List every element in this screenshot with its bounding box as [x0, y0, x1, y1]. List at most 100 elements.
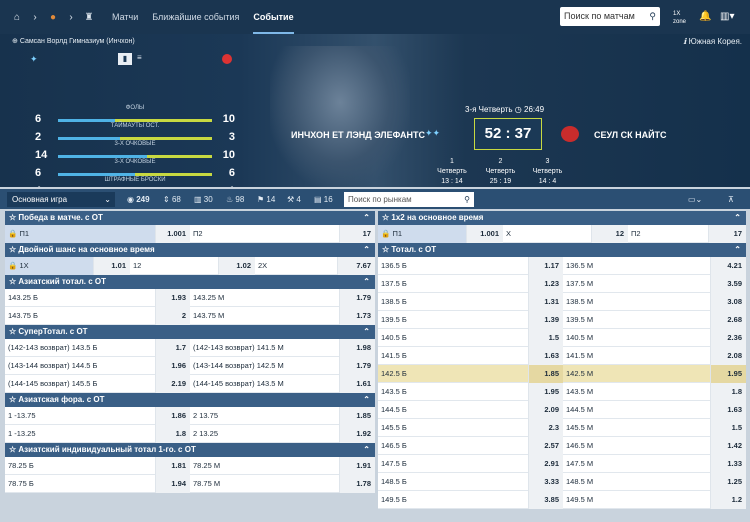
outcome-label[interactable]: 140.5 Б	[378, 329, 528, 347]
odds-button[interactable]: 1.92	[339, 425, 375, 443]
odds-button[interactable]: 1.95	[710, 365, 746, 383]
outcome-label[interactable]: 78.25 Б	[5, 457, 155, 475]
odds-button[interactable]: 1.63	[710, 401, 746, 419]
odds-button[interactable]: 1.39	[528, 311, 563, 329]
outcome-label[interactable]: 78.75 Б	[5, 475, 155, 493]
outcome-label[interactable]: (144-145 возврат) 145.5 Б	[5, 375, 155, 393]
odds-button[interactable]: 1.17	[528, 257, 563, 275]
filter-5[interactable]: ⚒ 4	[287, 195, 301, 204]
odds-button[interactable]: 1.96	[155, 357, 190, 375]
star-icon[interactable]: ☆	[382, 245, 389, 254]
layout-icon[interactable]: ▭⌄	[688, 195, 702, 204]
collapse-icon[interactable]: ⌃	[363, 393, 370, 407]
odds-button[interactable]: 2.08	[710, 347, 746, 365]
basketball-icon[interactable]: ●	[44, 12, 62, 23]
odds-button[interactable]: 1.91	[339, 457, 375, 475]
odds-button[interactable]: 1.78	[339, 475, 375, 493]
odds-button[interactable]: 1.02	[218, 257, 255, 275]
outcome-label[interactable]: 137.5 М	[563, 275, 710, 293]
odds-button[interactable]: 3.08	[710, 293, 746, 311]
star-icon[interactable]: ☆	[9, 277, 16, 286]
trophy-icon[interactable]: ♜	[80, 12, 98, 23]
outcome-label[interactable]: 136.5 М	[563, 257, 710, 275]
market-header[interactable]: ☆ СуперТотал. с ОТ ⌃	[5, 325, 375, 339]
odds-button[interactable]: 1.98	[339, 339, 375, 357]
outcome-label[interactable]: 149.5 М	[563, 491, 710, 509]
outcome-label[interactable]: 1 -13.75	[5, 407, 155, 425]
collapse-icon[interactable]: ⌃	[363, 325, 370, 339]
field-tab-icon[interactable]: ≡	[137, 53, 142, 62]
filter-4[interactable]: ⚑ 14	[257, 195, 275, 204]
market-search-input[interactable]: Поиск по рынкам ⚲	[344, 192, 474, 207]
odds-button[interactable]: 1.95	[528, 383, 563, 401]
odds-button[interactable]: 1.61	[339, 375, 375, 393]
outcome-label[interactable]: 🔒 1X	[5, 257, 93, 275]
outcome-label[interactable]: 143.75 М	[190, 307, 339, 325]
odds-button[interactable]: 1.33	[710, 455, 746, 473]
market-header[interactable]: ☆ Азиатская фора. с ОТ ⌃	[5, 393, 375, 407]
outcome-label[interactable]: 145.5 М	[563, 419, 710, 437]
outcome-label[interactable]: 144.5 Б	[378, 401, 528, 419]
nav-event[interactable]: Событие	[253, 0, 294, 34]
outcome-label[interactable]: 2 13.25	[190, 425, 339, 443]
star-icon[interactable]: ☆	[9, 445, 16, 454]
odds-button[interactable]: 1.85	[528, 365, 563, 383]
odds-button[interactable]: 1.79	[339, 357, 375, 375]
market-header[interactable]: ☆ Победа в матче. с ОТ ⌃	[5, 211, 375, 225]
outcome-label[interactable]: (142-143 возврат) 141.5 М	[190, 339, 339, 357]
outcome-label[interactable]: 142.5 Б	[378, 365, 528, 383]
outcome-label[interactable]: 1 -13.25	[5, 425, 155, 443]
star-icon[interactable]: ☆	[9, 327, 16, 336]
outcome-label[interactable]: 140.5 М	[563, 329, 710, 347]
outcome-label[interactable]: 139.5 М	[563, 311, 710, 329]
odds-button[interactable]: 2.36	[710, 329, 746, 347]
outcome-label[interactable]: 148.5 М	[563, 473, 710, 491]
outcome-label[interactable]: 143.25 Б	[5, 289, 155, 307]
odds-button[interactable]: 1.79	[339, 289, 375, 307]
outcome-label[interactable]: 146.5 Б	[378, 437, 528, 455]
odds-button[interactable]: 2.3	[528, 419, 563, 437]
filter-3[interactable]: ♨ 98	[226, 195, 244, 204]
star-icon[interactable]: ☆	[9, 245, 16, 254]
collapse-icon[interactable]: ⌃	[363, 243, 370, 257]
outcome-label[interactable]: П2	[190, 225, 339, 243]
odds-button[interactable]: 1.001	[466, 225, 503, 243]
home-icon[interactable]: ⌂	[8, 12, 26, 23]
outcome-label[interactable]: 143.75 Б	[5, 307, 155, 325]
odds-button[interactable]: 2	[155, 307, 190, 325]
odds-button[interactable]: 1.7	[155, 339, 190, 357]
game-period-select[interactable]: Основная игра ⌄	[7, 192, 115, 207]
odds-button[interactable]: 1.63	[528, 347, 563, 365]
filter-2[interactable]: ▥ 30	[194, 195, 213, 204]
zone-logo[interactable]: 1X zone	[673, 10, 686, 26]
outcome-label[interactable]: 146.5 М	[563, 437, 710, 455]
outcome-label[interactable]: 138.5 М	[563, 293, 710, 311]
outcome-label[interactable]: 147.5 Б	[378, 455, 528, 473]
market-header[interactable]: ☆ 1x2 на основное время ⌃	[378, 211, 746, 225]
filter-1[interactable]: ⇕ 68	[163, 195, 181, 204]
odds-button[interactable]: 1.25	[710, 473, 746, 491]
stats-tab-icon[interactable]: ▮	[118, 53, 132, 65]
outcome-label[interactable]: (142-143 возврат) 143.5 Б	[5, 339, 155, 357]
outcome-label[interactable]: 144.5 М	[563, 401, 710, 419]
odds-button[interactable]: 7.67	[337, 257, 375, 275]
odds-button[interactable]: 1.8	[710, 383, 746, 401]
outcome-label[interactable]: 138.5 Б	[378, 293, 528, 311]
outcome-label[interactable]: 139.5 Б	[378, 311, 528, 329]
odds-button[interactable]: 17	[708, 225, 746, 243]
bell-icon[interactable]: 🔔	[699, 0, 711, 34]
odds-button[interactable]: 1.81	[155, 457, 190, 475]
outcome-label[interactable]: П2	[628, 225, 708, 243]
odds-button[interactable]: 2.09	[528, 401, 563, 419]
collapse-icon[interactable]: ⌃	[363, 443, 370, 457]
odds-button[interactable]: 1.93	[155, 289, 190, 307]
outcome-label[interactable]: 141.5 М	[563, 347, 710, 365]
odds-button[interactable]: 4.21	[710, 257, 746, 275]
star-icon[interactable]: ☆	[9, 213, 16, 222]
odds-button[interactable]: 2.57	[528, 437, 563, 455]
outcome-label[interactable]: 78.25 М	[190, 457, 339, 475]
market-header[interactable]: ☆ Тотал. с ОТ ⌃	[378, 243, 746, 257]
outcome-label[interactable]: 🔒 П1	[378, 225, 466, 243]
outcome-label[interactable]: 141.5 Б	[378, 347, 528, 365]
outcome-label[interactable]: 12	[130, 257, 218, 275]
